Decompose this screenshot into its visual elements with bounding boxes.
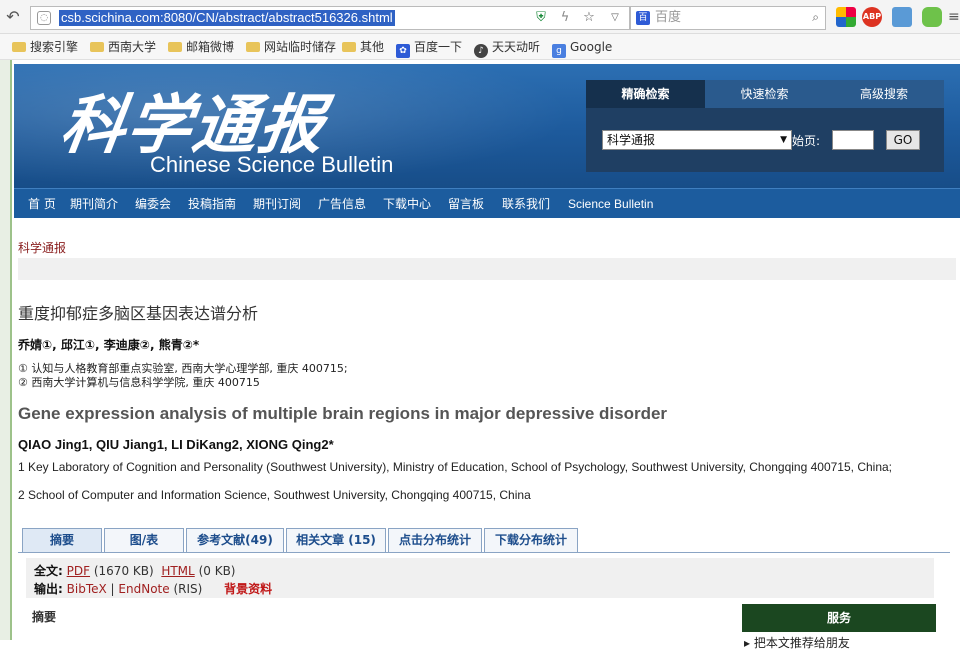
affiliation-cn: ② 西南大学计算机与信息科学学院, 重庆 400715: [18, 376, 260, 389]
tab-divider: [18, 552, 950, 553]
tab-related-articles[interactable]: 相关文章 (15): [286, 528, 386, 552]
background-info-link[interactable]: 背景资料: [224, 582, 272, 596]
security-shield-icon[interactable]: ⛨: [533, 10, 549, 26]
star-icon[interactable]: ☆: [581, 10, 597, 26]
page-content: 科学通报 Chinese Science Bulletin 精确检索 快速检索 …: [0, 60, 960, 650]
tab-quick-search[interactable]: 快速检索: [705, 80, 824, 108]
chevron-down-icon[interactable]: ▽: [607, 10, 623, 26]
nav-downloads[interactable]: 下载中心: [383, 189, 431, 219]
journal-banner: 科学通报 Chinese Science Bulletin 精确检索 快速检索 …: [14, 64, 960, 188]
article-authors-cn: 乔婧①, 邱江①, 李迪康②, 熊青②*: [18, 338, 200, 352]
tab-advanced-search[interactable]: 高级搜索: [824, 80, 944, 108]
nav-message-board[interactable]: 留言板: [448, 189, 484, 219]
search-bar[interactable]: 百 百度 ⌕: [630, 6, 826, 30]
dropdown-arrow-icon: ▼: [780, 135, 787, 145]
tab-click-stats[interactable]: 点击分布统计: [388, 528, 482, 552]
tab-figures[interactable]: 图/表: [104, 528, 184, 552]
lightning-icon[interactable]: ϟ: [557, 10, 573, 26]
bookmark-folder[interactable]: 其他: [342, 39, 384, 55]
breadcrumb[interactable]: 科学通报: [18, 239, 66, 256]
folder-icon: [12, 42, 26, 52]
extension-tools-icon[interactable]: [892, 7, 912, 27]
address-bar[interactable]: ◌ csb.scichina.com:8080/CN/abstract/abst…: [30, 6, 630, 30]
left-border: [0, 60, 12, 640]
bookmarks-bar: 搜索引擎 西南大学 邮箱微博 网站临时储存 其他 ✿ 百度一下 ♪ 天天动听 g Go…: [0, 34, 960, 60]
google-icon: g: [552, 44, 566, 58]
folder-icon: [246, 42, 260, 52]
go-button[interactable]: GO: [886, 130, 920, 150]
music-icon: ♪: [474, 44, 488, 58]
adblock-icon[interactable]: ABP: [862, 7, 882, 27]
tab-abstract[interactable]: 摘要: [22, 528, 102, 552]
abstract-heading: 摘要: [32, 610, 57, 624]
bookmark-folder[interactable]: 搜索引擎: [12, 39, 78, 55]
bookmark-link[interactable]: g Google: [552, 39, 612, 58]
bookmark-folder[interactable]: 邮箱微博: [168, 39, 234, 55]
bookmark-folder[interactable]: 西南大学: [90, 39, 156, 55]
start-page-input[interactable]: [832, 130, 874, 150]
journal-select[interactable]: 科学通报 ▼: [602, 130, 792, 150]
fulltext-box: 全文: PDF (1670 KB) HTML (0 KB) 输出: BibTeX…: [26, 558, 934, 598]
article-tabs: 摘要 图/表 参考文献(49) 相关文章 (15) 点击分布统计 下载分布统计: [22, 528, 960, 552]
pdf-link[interactable]: PDF: [67, 564, 90, 578]
endnote-link[interactable]: EndNote: [118, 582, 169, 596]
browser-toolbar: ↶ ◌ csb.scichina.com:8080/CN/abstract/ab…: [0, 0, 960, 34]
folder-icon: [168, 42, 182, 52]
fulltext-row: 全文: PDF (1670 KB) HTML (0 KB): [34, 564, 236, 578]
article-title-en: Gene expression analysis of multiple bra…: [18, 404, 668, 423]
info-bar: [18, 258, 956, 280]
bookmark-link[interactable]: ♪ 天天动听: [474, 39, 540, 58]
bookmark-link[interactable]: ✿ 百度一下: [396, 39, 462, 58]
nav-submission-guide[interactable]: 投稿指南: [188, 189, 236, 219]
apps-icon[interactable]: [836, 7, 856, 27]
baidu-paw-icon: ✿: [396, 44, 410, 58]
recommend-link[interactable]: ▸ 把本文推荐给朋友: [744, 634, 850, 651]
folder-icon: [90, 42, 104, 52]
nav-contact[interactable]: 联系我们: [502, 189, 550, 219]
main-nav: 首 页 期刊简介 编委会 投稿指南 期刊订阅 广告信息 下载中心 留言板 联系我…: [14, 188, 960, 218]
folder-icon: [342, 42, 356, 52]
nav-editorial-board[interactable]: 编委会: [135, 189, 171, 219]
service-header: 服务: [742, 604, 936, 632]
affiliation-en: 1 Key Laboratory of Cognition and Person…: [18, 460, 893, 474]
url-text[interactable]: csb.scichina.com:8080/CN/abstract/abstra…: [59, 10, 395, 26]
start-page-label: 始页:: [792, 134, 821, 148]
search-placeholder[interactable]: 百度: [655, 10, 681, 26]
affiliation-en: 2 School of Computer and Information Sci…: [18, 488, 531, 502]
nav-home[interactable]: 首 页: [28, 189, 56, 219]
export-row: 输出: BibTeX | EndNote (RIS) 背景资料: [34, 582, 273, 596]
nav-science-bulletin[interactable]: Science Bulletin: [568, 189, 653, 219]
article-title-cn: 重度抑郁症多脑区基因表达谱分析: [18, 304, 259, 323]
nav-subscription[interactable]: 期刊订阅: [253, 189, 301, 219]
menu-icon[interactable]: ≡: [948, 7, 960, 27]
nav-about[interactable]: 期刊简介: [70, 189, 118, 219]
tab-download-stats[interactable]: 下载分布统计: [484, 528, 578, 552]
bibtex-link[interactable]: BibTeX: [67, 582, 107, 596]
tab-exact-search[interactable]: 精确检索: [586, 80, 705, 108]
chat-extension-icon[interactable]: [922, 7, 942, 27]
journal-logo-en: Chinese Science Bulletin: [150, 152, 394, 177]
search-panel: 精确检索 快速检索 高级搜索 科学通报 ▼ 始页: GO: [586, 80, 944, 172]
search-icon[interactable]: ⌕: [812, 10, 819, 25]
tab-references[interactable]: 参考文献(49): [186, 528, 284, 552]
bookmark-folder[interactable]: 网站临时储存: [246, 39, 336, 55]
article-authors-en: QIAO Jing1, QIU Jiang1, LI DiKang2, XION…: [18, 437, 334, 452]
back-icon[interactable]: ↶: [4, 8, 22, 26]
baidu-icon: 百: [636, 11, 650, 25]
nav-ads[interactable]: 广告信息: [318, 189, 366, 219]
html-link[interactable]: HTML: [161, 564, 194, 578]
page-info-icon[interactable]: ◌: [37, 11, 51, 25]
